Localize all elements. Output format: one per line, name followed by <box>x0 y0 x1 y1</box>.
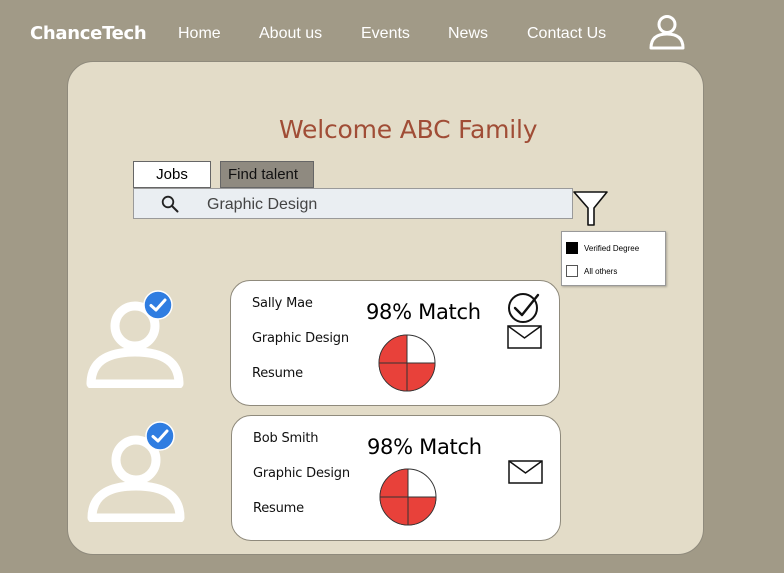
user-icon[interactable] <box>648 14 686 50</box>
filter-option-all-others[interactable]: All others <box>566 265 617 277</box>
match-pie-icon <box>379 468 437 526</box>
resume-link[interactable]: Resume <box>252 366 303 381</box>
verified-badge-icon <box>145 421 175 451</box>
brand-logo[interactable]: ChanceTech <box>30 23 147 44</box>
candidate-field: Graphic Design <box>252 331 349 346</box>
filter-option-label: Verified Degree <box>584 243 640 253</box>
page-title: Welcome ABC Family <box>279 115 538 144</box>
checkbox[interactable] <box>566 265 578 277</box>
match-score: 98% Match <box>367 435 482 459</box>
filter-option-label: All others <box>584 266 618 276</box>
filter-option-verified-degree[interactable]: Verified Degree <box>566 242 639 254</box>
top-navbar: ChanceTech Home About us Events News Con… <box>0 0 784 62</box>
nav-events[interactable]: Events <box>361 25 410 43</box>
match-pie-icon <box>378 334 436 392</box>
candidate-name: Bob Smith <box>253 431 319 446</box>
candidate-name: Sally Mae <box>252 296 313 311</box>
resume-link[interactable]: Resume <box>253 501 304 516</box>
mail-icon[interactable] <box>507 325 542 349</box>
nav-contact-us[interactable]: Contact Us <box>527 25 606 43</box>
approve-check-icon[interactable] <box>507 292 541 324</box>
mail-icon[interactable] <box>508 460 543 484</box>
candidate-field: Graphic Design <box>253 466 350 481</box>
filter-dropdown <box>561 231 666 286</box>
nav-news[interactable]: News <box>448 25 488 43</box>
tab-find-talent[interactable]: Find talent <box>220 161 314 188</box>
verified-badge-icon <box>143 290 173 320</box>
funnel-icon[interactable] <box>573 190 609 228</box>
nav-about-us[interactable]: About us <box>259 25 322 43</box>
search-icon[interactable] <box>161 195 179 213</box>
match-score: 98% Match <box>366 300 481 324</box>
search-input[interactable] <box>207 195 547 215</box>
nav-home[interactable]: Home <box>178 25 221 43</box>
tab-jobs[interactable]: Jobs <box>133 161 211 188</box>
checkbox[interactable] <box>566 242 578 254</box>
